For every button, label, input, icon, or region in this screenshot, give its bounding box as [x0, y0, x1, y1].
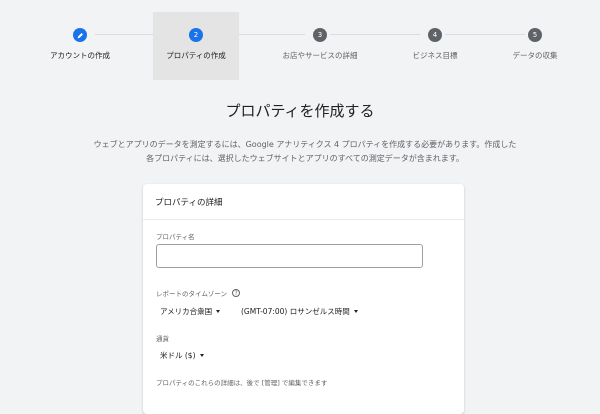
chevron-down-icon: [353, 310, 358, 313]
country-value: アメリカ合衆国: [160, 307, 213, 316]
step-label: プロパティの作成: [166, 51, 226, 60]
timezone-label-row: レポートのタイムゾーン ?: [156, 288, 241, 298]
step-number: 4: [428, 28, 442, 42]
step-label: ビジネス目標: [412, 51, 458, 60]
timezone-label: レポートのタイムゾーン: [156, 290, 228, 298]
currency-label: 通貨: [156, 335, 169, 343]
chevron-down-icon: [199, 354, 204, 357]
step-label: データの収集: [512, 51, 558, 60]
page-title: プロパティを作成する: [225, 102, 375, 120]
step-business-details[interactable]: 3 お店やサービスの詳細: [275, 12, 365, 80]
currency-value: 米ドル ($): [160, 351, 196, 360]
timezone-value: (GMT-07:00) ロサンゼルス時間: [241, 307, 350, 316]
card-header: プロパティの詳細: [143, 184, 464, 220]
pencil-icon: [73, 28, 87, 42]
step-number: 5: [528, 28, 542, 42]
country-select[interactable]: アメリカ合衆国: [160, 306, 221, 317]
stepper: アカウントの作成 2 プロパティの作成 3 お店やサービスの詳細 4 ビジネス目…: [0, 0, 600, 82]
timezone-select[interactable]: (GMT-07:00) ロサンゼルス時間: [241, 306, 358, 317]
help-icon[interactable]: ?: [232, 289, 241, 297]
page-description: ウェブとアプリのデータを測定するには、Google アナリティクス 4 プロパテ…: [93, 140, 517, 163]
step-create-property[interactable]: 2 プロパティの作成: [153, 12, 239, 80]
property-name-label: プロパティ名: [156, 233, 195, 241]
step-label: アカウントの作成: [50, 51, 110, 60]
edit-later-note: プロパティのこれらの詳細は、後で [管理] で編集できます: [156, 379, 328, 387]
currency-select[interactable]: 米ドル ($): [160, 350, 204, 361]
step-label: お店やサービスの詳細: [282, 51, 358, 60]
step-number: 2: [189, 28, 203, 42]
property-details-card: プロパティの詳細 プロパティ名 レポートのタイムゾーン ? アメリカ合衆国 (G…: [143, 184, 464, 414]
property-name-input[interactable]: [156, 244, 423, 268]
step-data-collection[interactable]: 5 データの収集: [500, 12, 570, 80]
step-create-account[interactable]: アカウントの作成: [40, 12, 120, 80]
chevron-down-icon: [216, 310, 221, 313]
step-business-objectives[interactable]: 4 ビジネス目標: [400, 12, 470, 80]
step-number: 3: [313, 28, 327, 42]
